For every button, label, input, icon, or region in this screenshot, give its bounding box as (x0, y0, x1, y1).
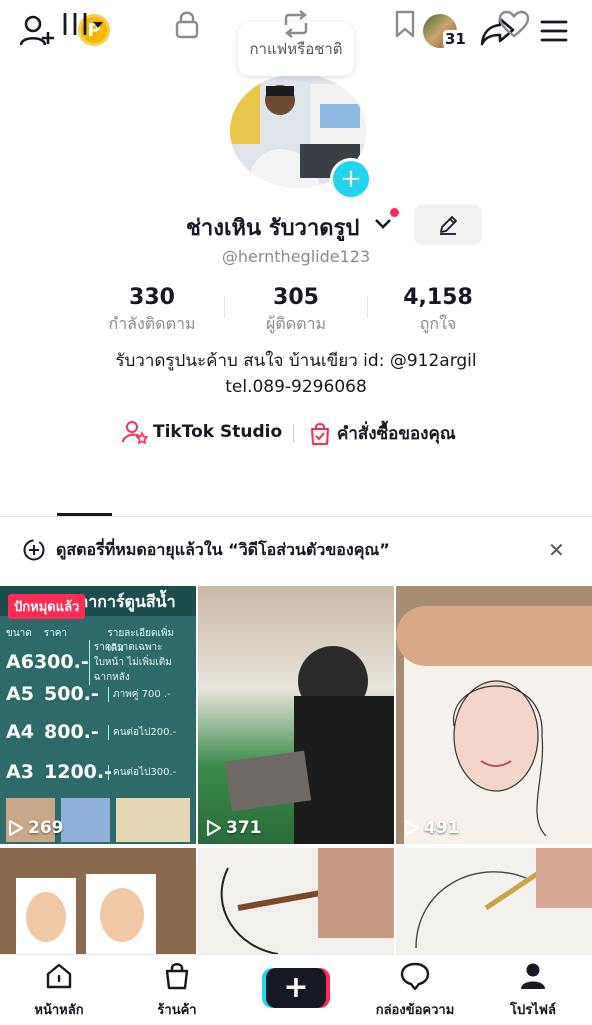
lock-icon (175, 11, 199, 39)
video-thumbnail[interactable]: 371 (198, 586, 394, 844)
stat-label: กำลังติดตาม (108, 314, 196, 333)
view-count-value: 371 (226, 818, 262, 838)
expired-stories-banner[interactable]: ดูสตอรี่ที่หมดอายุแล้วใน “วิดีโอส่วนตัวข… (0, 522, 592, 578)
price-value: 800.- (44, 721, 99, 743)
bio-line: รับวาดรูปนะค้าบ สนใจ บ้านเขียว id: @912a… (115, 351, 477, 371)
stat-following[interactable]: 330 กำลังติดตาม (72, 285, 232, 337)
pinned-badge: ปักหมุดแล้ว (8, 594, 86, 619)
add-story-icon[interactable]: + (330, 158, 372, 200)
nav-label: หน้าหลัก (34, 1003, 84, 1018)
price-row: A4 800.- คนต่อไป200.- (6, 718, 190, 746)
price-size: A5 (6, 683, 34, 705)
nav-label: กล่องข้อความ (375, 1003, 455, 1018)
shop-bag-icon (165, 963, 189, 990)
stat-label: ผู้ติดตาม (265, 314, 327, 333)
tabs-divider (0, 516, 592, 517)
content-tabs (0, 0, 592, 48)
price-note: ราคาวาดเฉพาะใบหน้า ไม่เพิ่มเติมฉากหลัง (88, 639, 190, 685)
close-icon[interactable]: ✕ (548, 538, 565, 562)
repost-icon (284, 10, 308, 38)
tab-private[interactable] (128, 0, 246, 48)
heart-icon (498, 10, 530, 38)
price-row: A6 300.- ราคาวาดเฉพาะใบหน้า ไม่เพิ่มเติม… (6, 639, 190, 685)
profile-icon (521, 963, 545, 989)
price-note: คนต่อไป300.- (108, 764, 176, 780)
video-grid: ราคาการ์ตูนสีน้ำ ปักหมุดแล้ว ขนาด ราคา ร… (0, 586, 592, 954)
nav-label: โปรไฟล์ (510, 1003, 556, 1018)
home-icon (46, 963, 72, 989)
inbox-icon (400, 962, 430, 991)
orders-link[interactable]: คำสั่งซื้อของคุณ (308, 420, 456, 447)
price-value: 300.- (33, 651, 89, 673)
video-thumbnail[interactable] (396, 848, 592, 954)
play-icon (207, 820, 221, 836)
nav-label: ร้านค้า (157, 1003, 197, 1018)
bio: รับวาดรูปนะค้าบ สนใจ บ้านเขียว id: @912a… (0, 348, 592, 400)
view-count-value: 491 (424, 818, 460, 838)
nav-inbox[interactable]: กล่องข้อความ (360, 961, 470, 1020)
price-size: A4 (6, 721, 34, 743)
price-note: ภาพคู่ 700 .- (108, 686, 171, 702)
price-row: A5 500.- ภาพคู่ 700 .- (6, 680, 190, 708)
plus-icon: + (266, 968, 326, 1008)
nav-home[interactable]: หน้าหลัก (4, 961, 114, 1020)
play-icon (405, 820, 419, 836)
video-thumbnail[interactable] (0, 848, 196, 954)
stat-value: 330 (129, 285, 175, 310)
shopping-bag-icon (311, 422, 329, 445)
view-count: 269 (8, 818, 64, 838)
create-button[interactable]: + (262, 968, 330, 1008)
edit-profile-button[interactable] (414, 205, 482, 245)
chevron-down-icon[interactable] (373, 216, 393, 236)
price-note: คนต่อไป200.- (108, 724, 176, 740)
stat-likes[interactable]: 4,158 ถูกใจ (358, 285, 518, 337)
stat-value: 305 (273, 285, 319, 310)
tab-videos[interactable] (26, 0, 144, 48)
stat-value: 4,158 (403, 285, 473, 310)
stat-followers[interactable]: 305 ผู้ติดตาม (216, 285, 376, 337)
price-size: A3 (6, 761, 34, 783)
banner-text: ดูสตอรี่ที่หมดอายุแล้วใน “วิดีโอส่วนตัวข… (56, 539, 390, 559)
video-thumbnail[interactable] (198, 848, 394, 954)
story-icon (23, 539, 45, 561)
tab-reposts[interactable] (237, 0, 355, 48)
pencil-icon (440, 216, 457, 235)
studio-label: TikTok Studio (153, 422, 283, 442)
nav-shop[interactable]: ร้านค้า (122, 961, 232, 1020)
notification-dot (390, 208, 399, 217)
price-value: 500.- (44, 683, 99, 705)
video-thumbnail[interactable]: ราคาการ์ตูนสีน้ำ ปักหมุดแล้ว ขนาด ราคา ร… (0, 586, 196, 844)
view-count-value: 269 (28, 818, 64, 838)
video-thumbnail[interactable]: 491 (396, 586, 592, 844)
price-size: A6 (6, 651, 34, 673)
display-name: ช่างเหิน รับวาดรูป (186, 216, 360, 241)
play-icon (9, 820, 23, 836)
bookmark-icon (395, 10, 415, 38)
price-value: 1200.- (44, 761, 112, 783)
view-count: 491 (404, 818, 460, 838)
tab-liked[interactable] (455, 0, 573, 48)
price-row: A3 1200.- คนต่อไป300.- (6, 758, 190, 786)
username: @herntheglide123 (221, 247, 371, 266)
tab-saved[interactable] (346, 0, 464, 48)
view-count: 371 (206, 818, 262, 838)
grid-icon (63, 13, 103, 35)
link-divider (293, 424, 294, 442)
orders-label: คำสั่งซื้อของคุณ (337, 424, 456, 444)
studio-icon (122, 421, 148, 444)
tiktok-studio-link[interactable]: TikTok Studio (122, 420, 282, 444)
bio-line: tel.089-9296068 (225, 377, 367, 397)
stat-label: ถูกใจ (419, 314, 457, 333)
nav-profile[interactable]: โปรไฟล์ (478, 961, 588, 1020)
